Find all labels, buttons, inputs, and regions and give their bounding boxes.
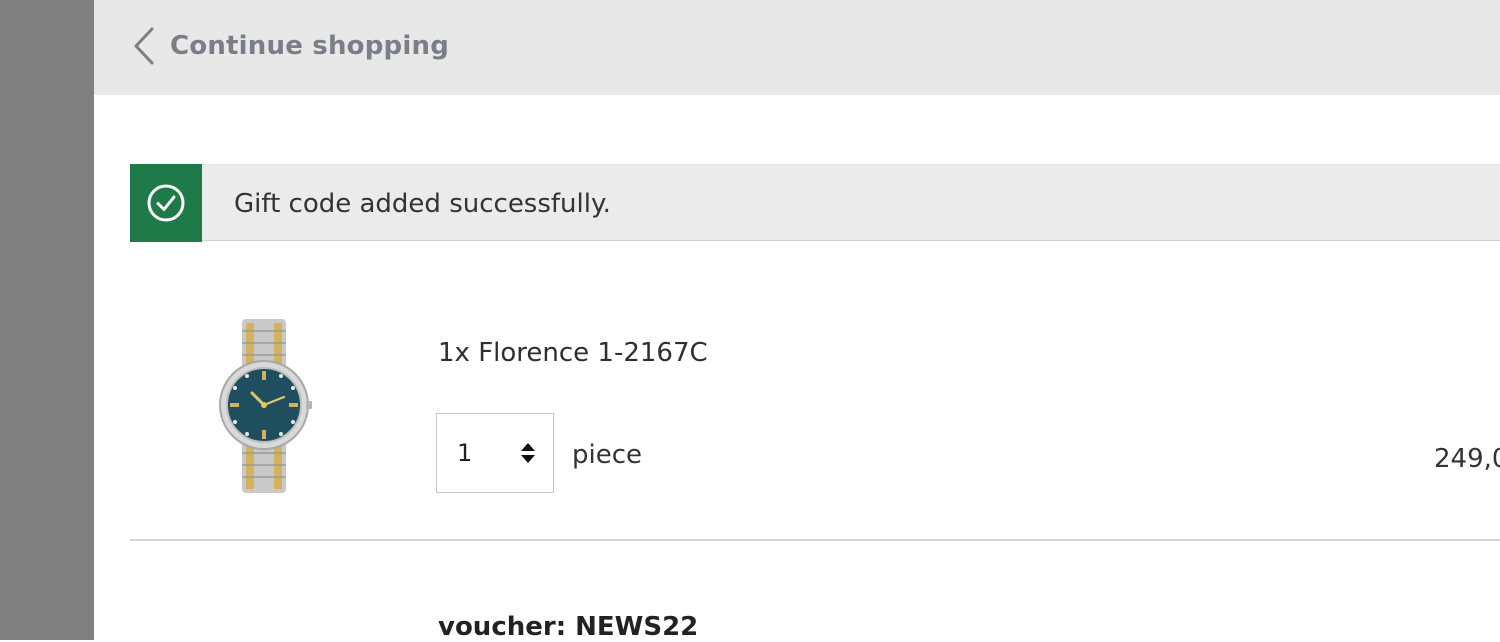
voucher-label: voucher: NEWS22: [438, 612, 699, 642]
quantity-select[interactable]: 1: [436, 413, 554, 493]
product-image[interactable]: [212, 315, 316, 497]
notice-message: Gift code added successfully.: [234, 188, 611, 219]
continue-shopping-link[interactable]: Continue shopping: [132, 26, 449, 66]
watch-image: [219, 319, 312, 493]
item-price: 249,0: [1434, 444, 1500, 474]
page-side-overlay: [0, 0, 94, 640]
cart-item-title[interactable]: 1x Florence 1-2167C: [438, 338, 708, 368]
success-notice: Gift code added successfully.: [130, 164, 1500, 242]
divider: [130, 539, 1500, 541]
sort-arrows-icon: [521, 443, 535, 463]
chevron-left-icon: [134, 27, 154, 65]
quantity-value: 1: [457, 439, 473, 467]
continue-shopping-label: Continue shopping: [170, 31, 450, 61]
quantity-unit: piece: [572, 440, 643, 470]
success-badge: [130, 164, 202, 242]
check-circle-icon: [147, 184, 185, 222]
